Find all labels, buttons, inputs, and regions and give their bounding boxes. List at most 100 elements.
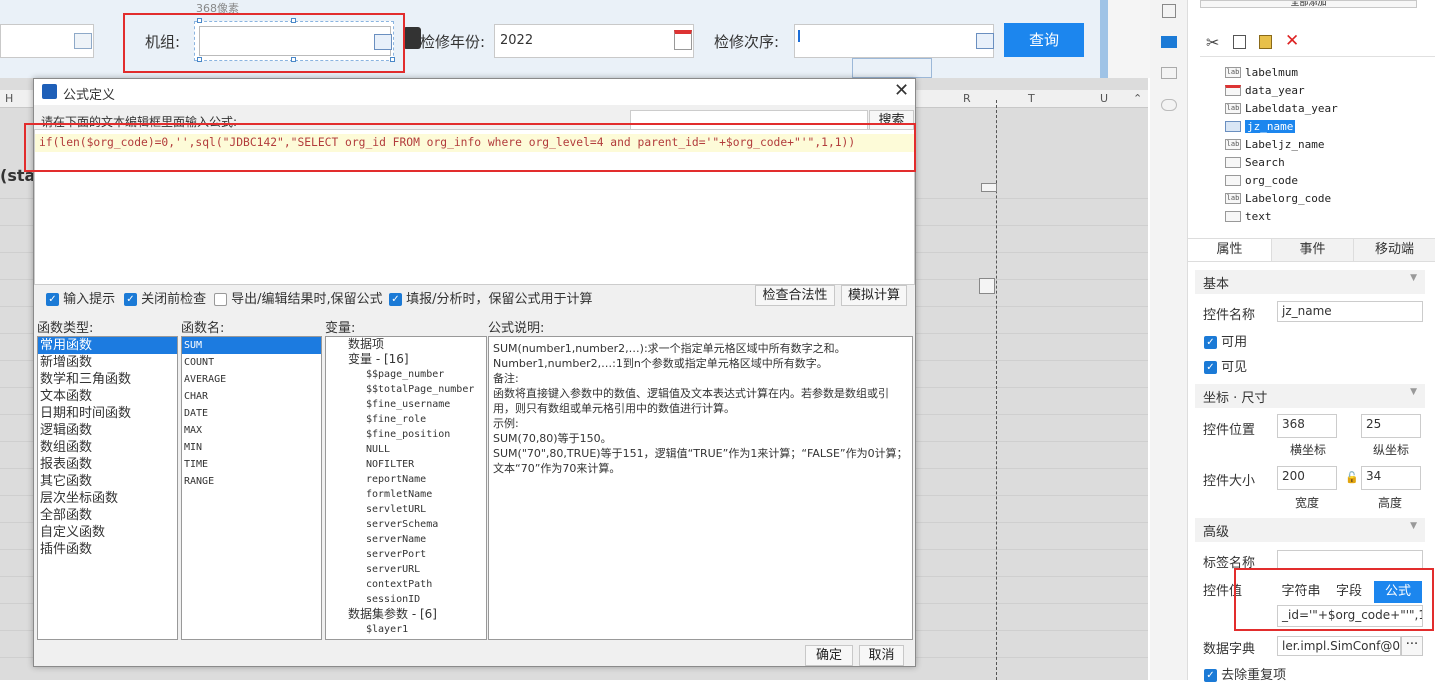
query-button[interactable]: 查询 bbox=[1004, 23, 1084, 57]
table-icon[interactable] bbox=[74, 33, 92, 49]
variable-item[interactable]: reportName bbox=[326, 472, 486, 487]
tab-mobile[interactable]: 移动端 bbox=[1353, 239, 1435, 261]
year-input[interactable]: 2022 bbox=[494, 24, 694, 58]
paste-icon[interactable] bbox=[1259, 35, 1272, 49]
func-name-item[interactable]: MAX bbox=[182, 422, 321, 439]
variable-item[interactable]: servletURL bbox=[326, 502, 486, 517]
opt-keep-on-fill[interactable]: ✓ 填报/分析时，保留公式用于计算 bbox=[389, 288, 593, 307]
collapse-icon[interactable]: ⌃ bbox=[1133, 92, 1142, 105]
var-group-item[interactable]: 变量 - [16] bbox=[326, 352, 486, 367]
variable-item[interactable]: serverPort bbox=[326, 547, 486, 562]
section-coord[interactable]: 坐标 · 尺寸 ▼ bbox=[1195, 384, 1425, 408]
variable-item[interactable]: contextPath bbox=[326, 577, 486, 592]
tab-events[interactable]: 事件 bbox=[1271, 239, 1353, 261]
variable-item[interactable]: serverName bbox=[326, 532, 486, 547]
copy-icon[interactable] bbox=[1233, 35, 1246, 49]
func-name-item[interactable]: SUM bbox=[182, 337, 321, 354]
left-input[interactable] bbox=[0, 24, 94, 58]
delete-icon[interactable]: ✕ bbox=[1285, 31, 1299, 51]
func-name-item[interactable]: RANGE bbox=[182, 473, 321, 490]
visible-checkbox[interactable]: ✓ 可见 bbox=[1204, 356, 1247, 375]
ok-button[interactable]: 确定 bbox=[805, 645, 853, 666]
variable-item[interactable]: $$page_number bbox=[326, 367, 486, 382]
variable-item[interactable]: $fine_username bbox=[326, 397, 486, 412]
func-name-item[interactable]: MIN bbox=[182, 439, 321, 456]
variable-item[interactable]: NULL bbox=[326, 442, 486, 457]
func-type-item[interactable]: 文本函数 bbox=[38, 388, 177, 405]
tree-item[interactable]: Search bbox=[1225, 153, 1285, 171]
dict-more-button[interactable]: ··· bbox=[1401, 636, 1423, 656]
variable-item[interactable]: $fine_role bbox=[326, 412, 486, 427]
close-icon[interactable]: ✕ bbox=[894, 80, 909, 101]
widget-icon[interactable] bbox=[981, 183, 997, 192]
func-type-item[interactable]: 常用函数 bbox=[38, 337, 177, 354]
section-advanced[interactable]: 高级 ▼ bbox=[1195, 518, 1425, 542]
frame-icon[interactable] bbox=[1162, 4, 1176, 18]
layer-icon[interactable] bbox=[1161, 67, 1177, 79]
variable-item[interactable]: sessionID bbox=[326, 592, 486, 607]
variable-item[interactable]: $fine_position bbox=[326, 427, 486, 442]
tree-item[interactable]: text bbox=[1225, 207, 1272, 225]
tree-item[interactable]: lab labelmum bbox=[1225, 63, 1298, 81]
cancel-button[interactable]: 取消 bbox=[859, 645, 904, 666]
func-type-item[interactable]: 层次坐标函数 bbox=[38, 490, 177, 507]
tree-item[interactable]: org_code bbox=[1225, 171, 1298, 189]
dedupe-checkbox[interactable]: ✓ 去除重复项 bbox=[1204, 664, 1286, 683]
pos-x-input[interactable]: 368 bbox=[1277, 414, 1337, 438]
simulate-button[interactable]: 模拟计算 bbox=[841, 285, 907, 306]
seq-combo[interactable] bbox=[794, 24, 994, 58]
check-validity-button[interactable]: 检查合法性 bbox=[755, 285, 835, 306]
section-basic[interactable]: 基本 ▼ bbox=[1195, 270, 1425, 294]
tag-input[interactable] bbox=[1277, 550, 1423, 570]
pos-y-input[interactable]: 25 bbox=[1361, 414, 1421, 438]
link-icon[interactable] bbox=[1161, 99, 1177, 111]
dialog-titlebar[interactable]: 公式定义 ✕ bbox=[34, 79, 915, 105]
opt-check-on-close[interactable]: ✓ 关闭前检查 bbox=[124, 288, 206, 307]
variable-item[interactable]: serverURL bbox=[326, 562, 486, 577]
tree-item[interactable]: jz_name bbox=[1225, 117, 1296, 135]
width-input[interactable]: 200 bbox=[1277, 466, 1337, 490]
func-type-item[interactable]: 逻辑函数 bbox=[38, 422, 177, 439]
enabled-checkbox[interactable]: ✓ 可用 bbox=[1204, 331, 1247, 350]
tree-item[interactable]: data_year bbox=[1225, 81, 1305, 99]
variable-tree[interactable]: 数据项 变量 - [16] $$page_number $$totalPage_num… bbox=[325, 336, 487, 640]
opt-keep-on-export[interactable]: 导出/编辑结果时,保留公式 bbox=[214, 288, 383, 307]
opt-input-hint[interactable]: ✓ 输入提示 bbox=[46, 288, 115, 307]
combo-widget-icon[interactable] bbox=[1161, 36, 1177, 48]
tab-properties[interactable]: 属性 bbox=[1188, 239, 1271, 261]
func-type-item[interactable]: 新增函数 bbox=[38, 354, 177, 371]
func-name-item[interactable]: TIME bbox=[182, 456, 321, 473]
cut-icon[interactable]: ✂ bbox=[1206, 33, 1219, 52]
variable-item[interactable]: NOFILTER bbox=[326, 457, 486, 472]
func-name-list[interactable]: SUM COUNT AVERAGE CHAR DATE MAX MIN TIME RANGE bbox=[181, 336, 322, 640]
lock-ratio-icon[interactable]: 🔓 bbox=[1345, 471, 1359, 484]
func-type-item[interactable]: 日期和时间函数 bbox=[38, 405, 177, 422]
func-name-item[interactable]: COUNT bbox=[182, 354, 321, 371]
variable-item[interactable]: serverSchema bbox=[326, 517, 486, 532]
ctrl-name-input[interactable]: jz_name bbox=[1277, 301, 1423, 322]
variable-item[interactable]: $$totalPage_number bbox=[326, 382, 486, 397]
func-name-item[interactable]: CHAR bbox=[182, 388, 321, 405]
height-input[interactable]: 34 bbox=[1361, 466, 1421, 490]
func-type-item[interactable]: 数学和三角函数 bbox=[38, 371, 177, 388]
func-name-item[interactable]: AVERAGE bbox=[182, 371, 321, 388]
func-type-item[interactable]: 插件函数 bbox=[38, 541, 177, 558]
chevron-down-icon[interactable] bbox=[976, 33, 994, 49]
dataset-param-item[interactable]: $layer1 bbox=[326, 622, 486, 637]
variable-item[interactable]: formletName bbox=[326, 487, 486, 502]
calendar-icon[interactable] bbox=[674, 30, 692, 50]
lock-icon[interactable] bbox=[403, 27, 421, 49]
tree-item[interactable]: lab Labelorg_code bbox=[1225, 189, 1331, 207]
var-root-item[interactable]: 数据项 bbox=[326, 337, 486, 352]
func-type-item[interactable]: 自定义函数 bbox=[38, 524, 177, 541]
func-name-item[interactable]: DATE bbox=[182, 405, 321, 422]
func-type-item[interactable]: 报表函数 bbox=[38, 456, 177, 473]
dataset-group-item[interactable]: 数据集参数 - [6] bbox=[326, 607, 486, 622]
add-all-button[interactable]: 全部添加 bbox=[1200, 0, 1417, 8]
tree-item[interactable]: lab Labeldata_year bbox=[1225, 99, 1338, 117]
tree-item[interactable]: lab Labeljz_name bbox=[1225, 135, 1324, 153]
func-type-item[interactable]: 数组函数 bbox=[38, 439, 177, 456]
dict-input[interactable]: ler.impl.SimConf@0]] bbox=[1277, 636, 1401, 656]
calendar-small-icon[interactable] bbox=[979, 278, 995, 294]
func-type-item[interactable]: 全部函数 bbox=[38, 507, 177, 524]
